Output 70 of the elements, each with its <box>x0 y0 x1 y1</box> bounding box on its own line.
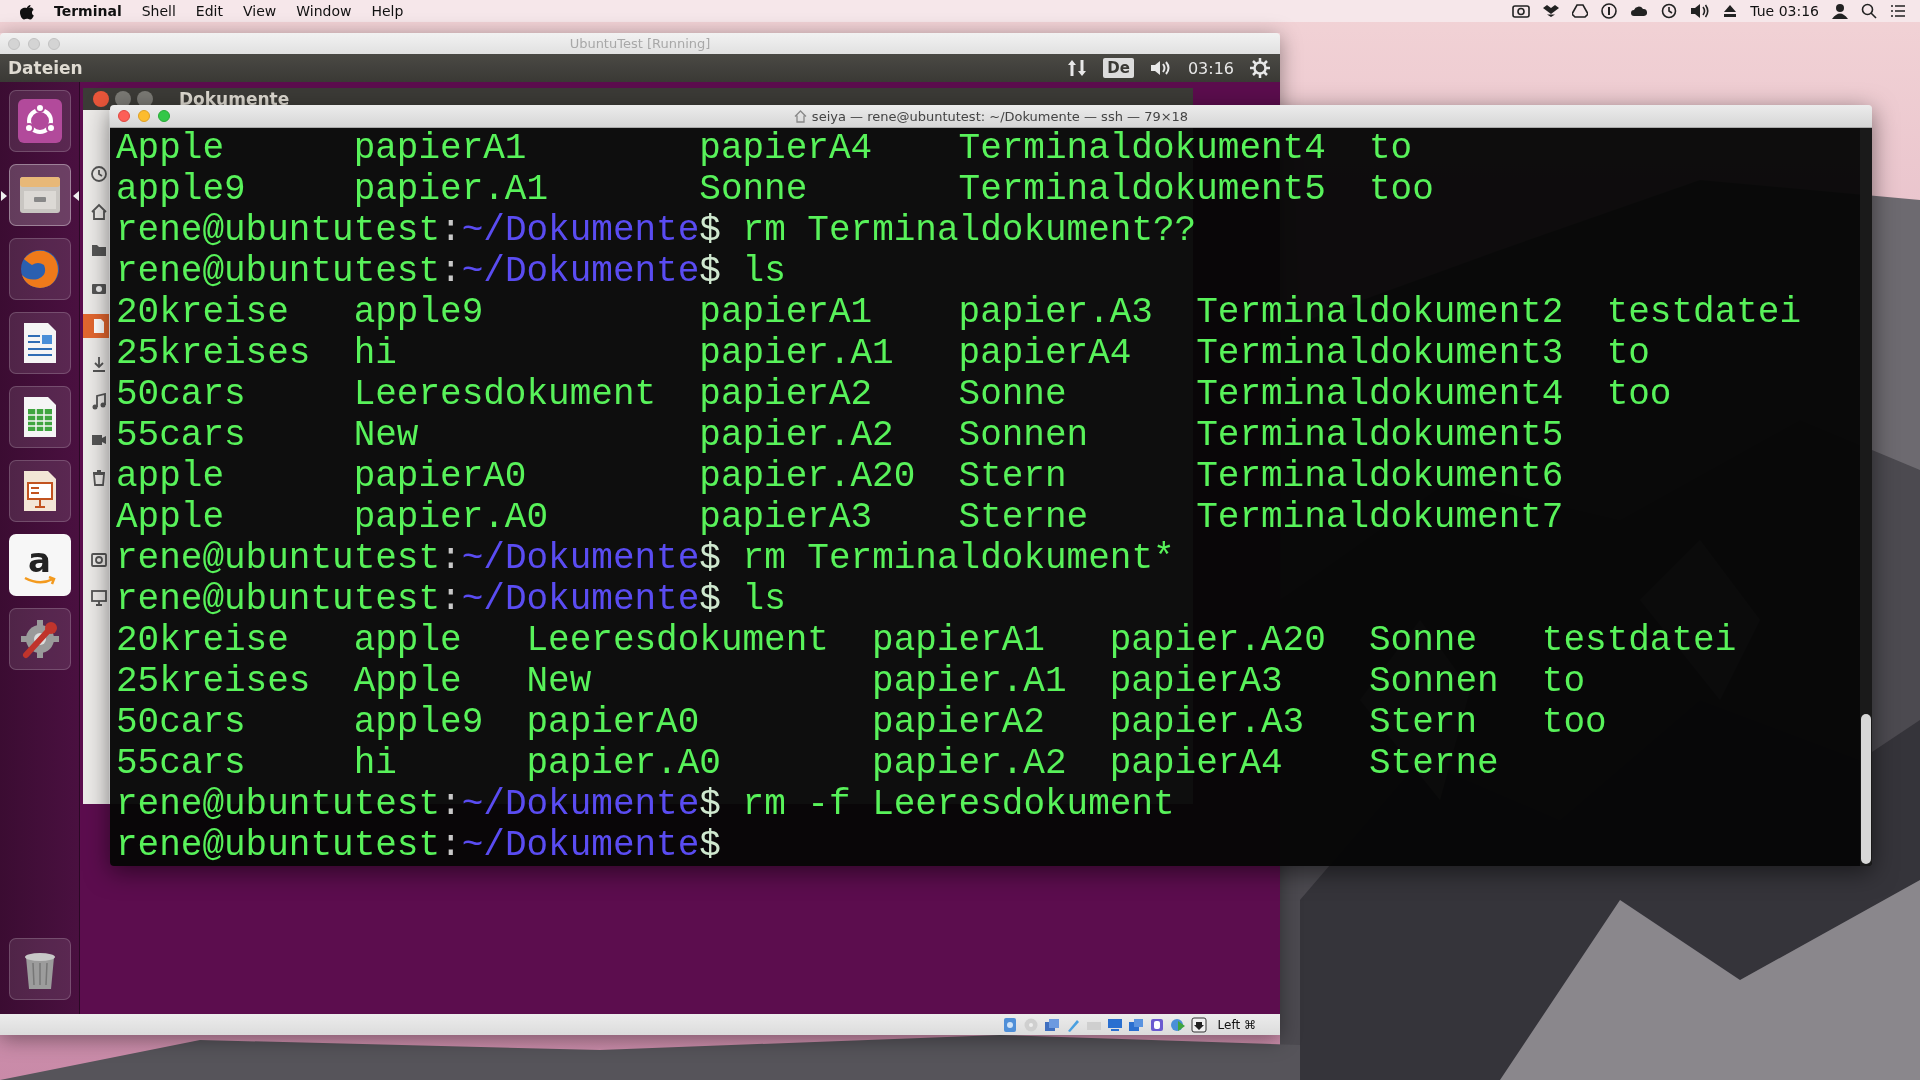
menu-item[interactable]: View <box>243 3 277 19</box>
eject-icon[interactable] <box>1723 4 1738 18</box>
app-title: Dateien <box>8 58 83 78</box>
terminal-line: rene@ubuntutest:~/Dokumente$ <box>116 825 722 866</box>
menu-item[interactable]: Edit <box>195 3 223 19</box>
terminal-line: 50cars apple9 papierA0 papierA2 papier.A3 Stern too <box>116 702 1608 743</box>
terminal-line: 50cars Leeresdokument papierA2 Sonne Terminaldokument4 too <box>116 374 1673 415</box>
smile-arrow-icon <box>22 576 57 586</box>
terminal-line: rene@ubuntutest:~/Dokumente$ rm Terminaldokument?? <box>116 210 1198 251</box>
terminal-line: apple9 papier.A1 Sonne Terminaldokument5 too <box>116 169 1435 210</box>
terminal-line: apple papierA0 papier.A20 Stern Terminaldokument6 <box>116 456 1565 497</box>
chip-icon[interactable] <box>1148 1016 1165 1033</box>
host-key-label: Left ⌘ <box>1217 1017 1256 1032</box>
terminal-line: 55cars hi papier.A0 papier.A2 papierA4 Sterne <box>116 743 1500 784</box>
terminal-line: 25kreises Apple New papier.A1 papierA3 Sonnen to <box>116 661 1587 702</box>
terminal-line: 20kreise apple Leeresdokument papierA1 papier.A20 Sonne testdatei <box>116 620 1738 661</box>
info-icon[interactable] <box>1601 3 1618 19</box>
terminal-line: 20kreise apple9 papierA1 papier.A3 Terminaldokument2 testdatei <box>116 292 1803 333</box>
menu-item[interactable]: Window <box>296 3 352 19</box>
terminal-line: rene@ubuntutest:~/Dokumente$ ls <box>116 251 787 292</box>
ring-logo-icon <box>17 99 62 143</box>
user-icon[interactable] <box>1832 3 1848 19</box>
trash-icon <box>90 469 108 487</box>
keyboard-layout-indicator[interactable]: De <box>1103 58 1134 78</box>
launcher-button[interactable] <box>8 938 71 1000</box>
camera-icon[interactable] <box>1512 4 1531 18</box>
scrollbar-thumb[interactable] <box>1861 714 1871 864</box>
apple-icon[interactable] <box>20 2 34 20</box>
launcher-button[interactable] <box>8 90 71 152</box>
terminal-line: rene@ubuntutest:~/Dokumente$ rm Terminaldokument* <box>116 538 1176 579</box>
drive-icon <box>90 551 108 569</box>
clock-icon <box>90 165 108 183</box>
terminal-line: Apple papier.A0 papierA3 Sterne Terminaldokument7 <box>116 497 1565 538</box>
terminal-line: Apple papierA1 papierA4 Terminaldokument4 to <box>116 128 1414 169</box>
terminal-line: 25kreises hi papier.A1 papierA4 Terminaldokument3 to <box>116 333 1651 374</box>
terminal-line: rene@ubuntutest:~/Dokumente$ rm -f Leeresdokument <box>116 784 1176 825</box>
menu-item[interactable]: Shell <box>141 3 176 19</box>
launcher-button[interactable] <box>8 386 71 448</box>
clock-icon[interactable] <box>1661 3 1678 19</box>
window-stack-icon[interactable] <box>1127 1016 1144 1033</box>
display-icon[interactable] <box>1106 1016 1123 1033</box>
close-button[interactable] <box>118 110 130 122</box>
arrow-down-icon <box>90 355 108 373</box>
search-icon[interactable] <box>1861 3 1877 19</box>
window-title: seiya — rene@ubuntutest: ~/Dokumente — ssh — 79×18 <box>811 108 1189 124</box>
terminal-line: rene@ubuntutest:~/Dokumente$ ls <box>116 579 787 620</box>
close-button[interactable] <box>93 91 109 107</box>
launcher-button[interactable] <box>8 312 71 374</box>
launcher-button[interactable] <box>8 460 71 522</box>
menu-item[interactable]: Help <box>371 3 404 19</box>
menu-item[interactable]: Terminal <box>54 3 122 19</box>
scrollbar[interactable] <box>1860 128 1872 866</box>
volume-icon[interactable] <box>1149 59 1172 77</box>
house-icon <box>90 203 108 221</box>
terminal-line: 55cars New papier.A2 Sonnen Terminaldokument5 <box>116 415 1565 456</box>
gear-icon[interactable] <box>1250 58 1270 78</box>
arrow-down-icon[interactable] <box>1190 1016 1207 1033</box>
house-icon <box>793 109 807 123</box>
window-title: UbuntuTest [Running] <box>568 36 712 51</box>
window-title: Dokumente <box>179 89 290 109</box>
music-note-icon <box>90 393 108 411</box>
clock-text[interactable]: Tue 03:16 <box>1750 3 1819 19</box>
monitor-icon <box>90 589 108 607</box>
launcher-button[interactable]: a <box>8 534 71 596</box>
list-icon[interactable] <box>1890 4 1906 18</box>
cloud-icon[interactable] <box>1630 4 1649 18</box>
sidebar-item[interactable] <box>83 314 109 338</box>
clock-text[interactable]: 03:16 <box>1187 58 1234 78</box>
volume-icon[interactable] <box>1690 3 1711 19</box>
network-arrows-icon[interactable] <box>1067 58 1088 78</box>
